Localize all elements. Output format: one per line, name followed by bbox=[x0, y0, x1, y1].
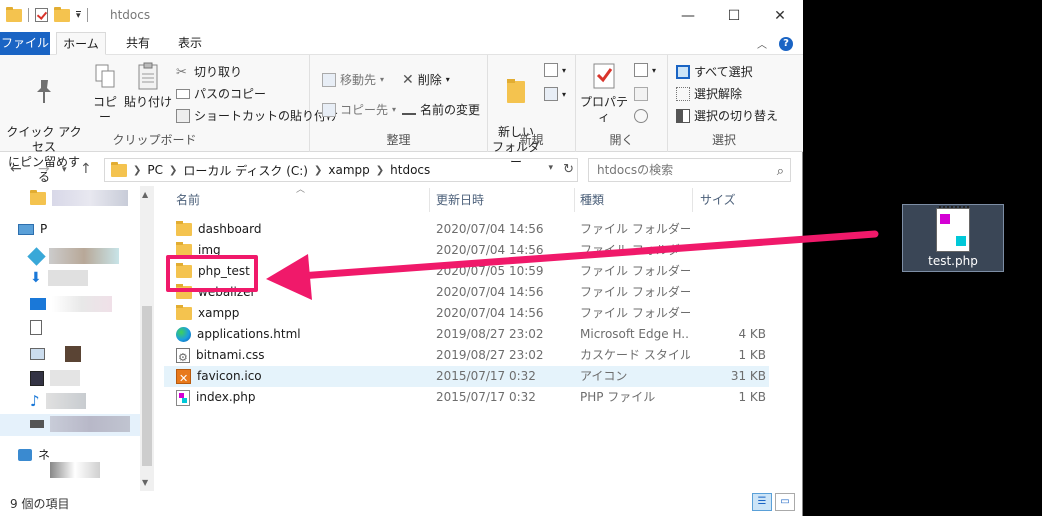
arrow-head bbox=[266, 254, 312, 300]
php-file-icon bbox=[936, 208, 970, 252]
notepad-rings-icon bbox=[939, 206, 969, 211]
desktop-file-label: test.php bbox=[928, 254, 978, 268]
arrow-shaft bbox=[296, 230, 879, 280]
annotation-arrow bbox=[266, 230, 879, 300]
desktop-file-test-php[interactable]: test.php bbox=[902, 204, 1004, 272]
